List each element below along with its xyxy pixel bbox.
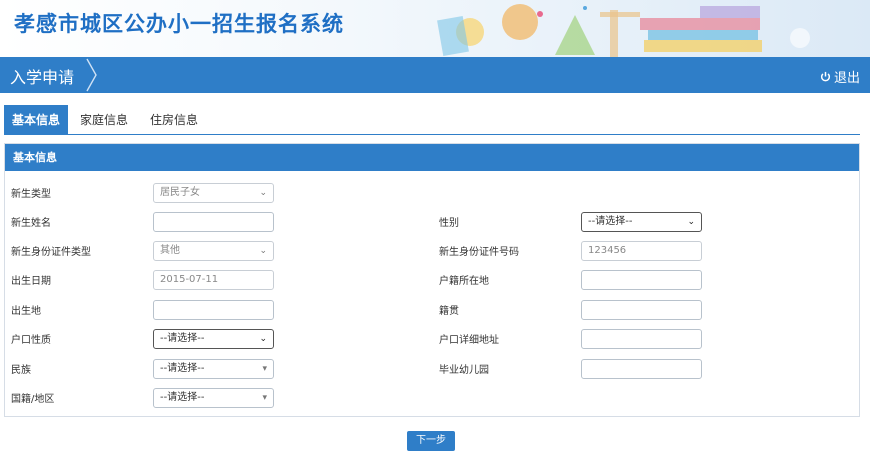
tab-family-info[interactable]: 家庭信息	[76, 105, 132, 135]
birth-date-value: 2015-07-11	[160, 274, 219, 285]
native-place-label: 籍贯	[439, 306, 459, 317]
nav-bar: 入学申请 退出	[0, 57, 870, 93]
hukou-address-input[interactable]	[581, 329, 702, 349]
caret-down-icon: ▾	[262, 364, 267, 374]
nationality-value: --请选择--	[160, 392, 205, 403]
ethnicity-value: --请选择--	[160, 363, 205, 374]
hukou-nature-label: 户口性质	[11, 335, 51, 346]
tab-basic-info[interactable]: 基本信息	[4, 105, 68, 135]
hukou-location-label: 户籍所在地	[439, 276, 489, 287]
id-number-value: 123456	[588, 245, 627, 256]
ethnicity-select[interactable]: --请选择-- ▾	[153, 359, 274, 379]
student-name-input[interactable]	[153, 212, 274, 232]
student-type-label: 新生类型	[11, 189, 51, 200]
hukou-nature-value: --请选择--	[160, 333, 205, 344]
id-number-input[interactable]: 123456	[581, 241, 702, 261]
gender-select[interactable]: --请选择-- ⌄	[581, 212, 702, 232]
ethnicity-label: 民族	[11, 365, 31, 376]
tab-housing-info[interactable]: 住房信息	[146, 105, 202, 135]
hukou-location-input[interactable]	[581, 270, 702, 290]
id-type-select[interactable]: 其他 ⌄	[153, 241, 274, 261]
site-title: 孝感市城区公办小一招生报名系统	[14, 12, 344, 36]
nationality-select[interactable]: --请选择-- ▾	[153, 388, 274, 408]
hukou-address-label: 户口详细地址	[439, 335, 499, 346]
tab-bar: 基本信息 家庭信息 住房信息	[4, 105, 860, 135]
chevron-down-icon: ⌄	[259, 188, 267, 198]
chevron-down-icon: ⌄	[687, 217, 695, 227]
basic-info-panel: 基本信息 新生类型 居民子女 ⌄ 新生姓名 性别 --请选择-- ⌄ 新生身份证…	[4, 143, 860, 417]
birth-date-input[interactable]: 2015-07-11	[153, 270, 274, 290]
id-number-label: 新生身份证件号码	[439, 247, 519, 258]
student-type-value: 居民子女	[160, 187, 200, 198]
student-type-select[interactable]: 居民子女 ⌄	[153, 183, 274, 203]
birthplace-input[interactable]	[153, 300, 274, 320]
id-type-value: 其他	[160, 245, 180, 256]
next-step-button[interactable]: 下一步	[407, 431, 455, 451]
birth-date-label: 出生日期	[11, 276, 51, 287]
panel-title: 基本信息	[5, 144, 859, 171]
site-header: 孝感市城区公办小一招生报名系统	[0, 0, 870, 57]
logout-label: 退出	[833, 71, 860, 86]
gender-value: --请选择--	[588, 216, 633, 227]
caret-down-icon: ▾	[262, 393, 267, 403]
chevron-right-icon	[86, 58, 97, 92]
logout-button[interactable]: 退出	[820, 67, 860, 86]
nav-title: 入学申请	[10, 68, 75, 87]
gender-label: 性别	[439, 218, 459, 229]
id-type-label: 新生身份证件类型	[11, 247, 91, 258]
kindergarten-label: 毕业幼儿园	[439, 365, 489, 376]
chevron-down-icon: ⌄	[259, 246, 267, 256]
nationality-label: 国籍/地区	[11, 394, 55, 405]
student-name-label: 新生姓名	[11, 218, 51, 229]
hukou-nature-select[interactable]: --请选择-- ⌄	[153, 329, 274, 349]
birthplace-label: 出生地	[11, 306, 41, 317]
chevron-down-icon: ⌄	[259, 334, 267, 344]
kindergarten-input[interactable]	[581, 359, 702, 379]
native-place-input[interactable]	[581, 300, 702, 320]
power-icon	[820, 71, 831, 82]
